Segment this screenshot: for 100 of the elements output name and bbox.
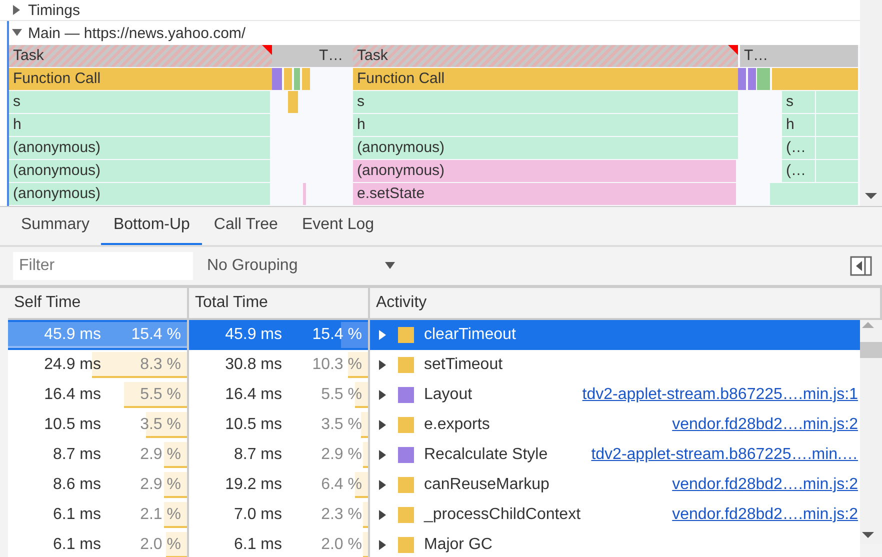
flame-block[interactable]: s — [9, 91, 270, 113]
time-value: 10.5 ms — [224, 416, 282, 434]
expand-triangle-icon[interactable] — [378, 510, 388, 520]
panel-tab[interactable]: Call Tree — [202, 207, 290, 245]
percent-value: 5.5 % — [320, 386, 363, 404]
sidebar-toggle-icon[interactable] — [850, 256, 872, 276]
flame-block[interactable]: (anonymous) — [9, 183, 270, 205]
activity-name: setTimeout — [424, 356, 504, 374]
scroll-down-icon[interactable] — [865, 193, 877, 199]
source-link[interactable]: vendor.fd28bd2….min.js:2 — [672, 476, 858, 494]
grouping-dropdown[interactable]: No Grouping — [201, 252, 401, 280]
filter-field[interactable]: Filter — [13, 252, 193, 280]
flame-block[interactable]: (anonymous) — [353, 160, 736, 182]
percent-value: 10.3 % — [311, 356, 363, 374]
time-value: 8.7 ms — [232, 446, 282, 464]
percent-value: 6.4 % — [320, 476, 363, 494]
activity-name: Major GC — [424, 536, 494, 554]
time-value: 6.1 ms — [52, 536, 101, 554]
flame-sliver[interactable] — [772, 68, 858, 90]
column-header[interactable]: Activity — [370, 288, 882, 320]
time-value: 6.1 ms — [232, 536, 282, 554]
flame-block[interactable]: s — [782, 91, 815, 113]
flame-sliver[interactable] — [816, 160, 858, 182]
flame-block[interactable]: h — [782, 114, 815, 136]
percent-value: 15.4 % — [311, 326, 363, 344]
column-header[interactable]: Total Time — [189, 288, 370, 320]
flame-block[interactable]: Function Call — [9, 68, 272, 90]
flame-block[interactable]: s — [353, 91, 738, 113]
flame-block[interactable]: (anonymous) — [353, 137, 738, 159]
flame-sliver[interactable] — [303, 183, 306, 205]
expand-triangle-icon[interactable] — [12, 5, 22, 15]
percent-value: 8.3 % — [139, 356, 182, 374]
flame-sliver[interactable] — [738, 68, 746, 90]
flame-block[interactable]: (… — [782, 160, 815, 182]
flame-block[interactable]: (anonymous) — [9, 137, 270, 159]
flame-sliver[interactable] — [816, 114, 858, 136]
source-link[interactable]: vendor.fd28bd2….min.js:2 — [672, 416, 858, 434]
time-value: 16.4 ms — [224, 386, 282, 404]
flame-sliver[interactable] — [288, 91, 298, 113]
flame-sliver[interactable] — [284, 68, 292, 90]
flame-block[interactable]: h — [353, 114, 738, 136]
track-title[interactable]: Main — https://news.yahoo.com/ — [28, 24, 246, 42]
flame-sliver[interactable] — [272, 45, 315, 67]
flame-sliver[interactable] — [770, 183, 858, 205]
flame-sliver[interactable] — [757, 68, 770, 90]
flame-sliver[interactable] — [272, 68, 282, 90]
expand-triangle-icon[interactable] — [378, 480, 388, 490]
activity-name: Layout — [424, 386, 474, 404]
panel-tab[interactable]: Event Log — [290, 207, 386, 245]
expand-triangle-icon[interactable] — [378, 540, 388, 550]
flame-block[interactable]: Task — [9, 45, 272, 67]
source-link[interactable]: vendor.fd28bd2….min.js:2 — [672, 506, 858, 524]
source-link[interactable]: tdv2-applet-stream.b867225….min.js:1 — [582, 386, 858, 404]
flame-sliver[interactable] — [770, 45, 858, 67]
percent-value: 2.9 % — [139, 476, 182, 494]
activity-row[interactable]: Recalculate Style tdv2-applet-stream.b867225….min.… — [370, 440, 860, 470]
activity-row[interactable]: _processChildContext vendor.fd28bd2….min.js:2 — [370, 500, 860, 530]
source-link[interactable]: tdv2-applet-stream.b867225….min.… — [591, 446, 858, 464]
activity-row[interactable]: Layout tdv2-applet-stream.b867225….min.js:1 — [370, 380, 860, 410]
flame-block[interactable]: (… — [782, 137, 815, 159]
time-value: 8.7 ms — [52, 446, 101, 464]
flame-block[interactable]: T… — [315, 45, 347, 67]
expand-triangle-icon[interactable] — [378, 390, 388, 400]
flame-block[interactable]: T… — [740, 45, 770, 67]
track-title[interactable]: Timings — [28, 2, 80, 18]
flame-block[interactable]: Task — [353, 45, 738, 67]
panel-tab[interactable]: Bottom-Up — [101, 207, 202, 245]
percent-value: 2.9 % — [320, 446, 363, 464]
time-value: 24.9 ms — [43, 356, 101, 374]
activity-name: clearTimeout — [424, 326, 517, 344]
column-header[interactable]: Self Time — [8, 288, 189, 320]
time-value: 45.9 ms — [43, 326, 101, 344]
flame-sliver[interactable] — [302, 68, 310, 90]
activity-name: canReuseMarkup — [424, 476, 550, 494]
expand-triangle-icon[interactable] — [378, 330, 388, 340]
expand-triangle-icon[interactable] — [378, 450, 388, 460]
time-value: 19.2 ms — [224, 476, 282, 494]
percent-value: 2.3 % — [320, 506, 363, 524]
activity-row[interactable]: clearTimeout — [370, 320, 860, 350]
flame-block[interactable]: e.setState — [353, 183, 736, 205]
activity-row[interactable]: e.exports vendor.fd28bd2….min.js:2 — [370, 410, 860, 440]
time-value: 7.0 ms — [232, 506, 282, 524]
flame-sliver[interactable] — [347, 45, 353, 67]
activity-row[interactable]: Major GC — [370, 530, 860, 557]
scrollbar[interactable] — [860, 0, 882, 206]
expand-triangle-icon[interactable] — [378, 360, 388, 370]
flame-sliver[interactable] — [294, 68, 300, 90]
percent-value: 15.4 % — [130, 326, 182, 344]
flame-sliver[interactable] — [748, 68, 756, 90]
activity-row[interactable]: canReuseMarkup vendor.fd28bd2….min.js:2 — [370, 470, 860, 500]
flame-block[interactable]: h — [9, 114, 270, 136]
flame-block[interactable]: (anonymous) — [9, 160, 270, 182]
flame-sliver[interactable] — [816, 91, 858, 113]
flame-sliver[interactable] — [816, 137, 858, 159]
activity-row[interactable]: setTimeout — [370, 350, 860, 380]
flame-block[interactable]: Function Call — [353, 68, 738, 90]
expand-triangle-icon[interactable] — [378, 420, 388, 430]
panel-tab[interactable]: Summary — [9, 207, 102, 245]
percent-value: 5.5 % — [139, 386, 182, 404]
collapse-triangle-icon[interactable] — [12, 28, 22, 38]
